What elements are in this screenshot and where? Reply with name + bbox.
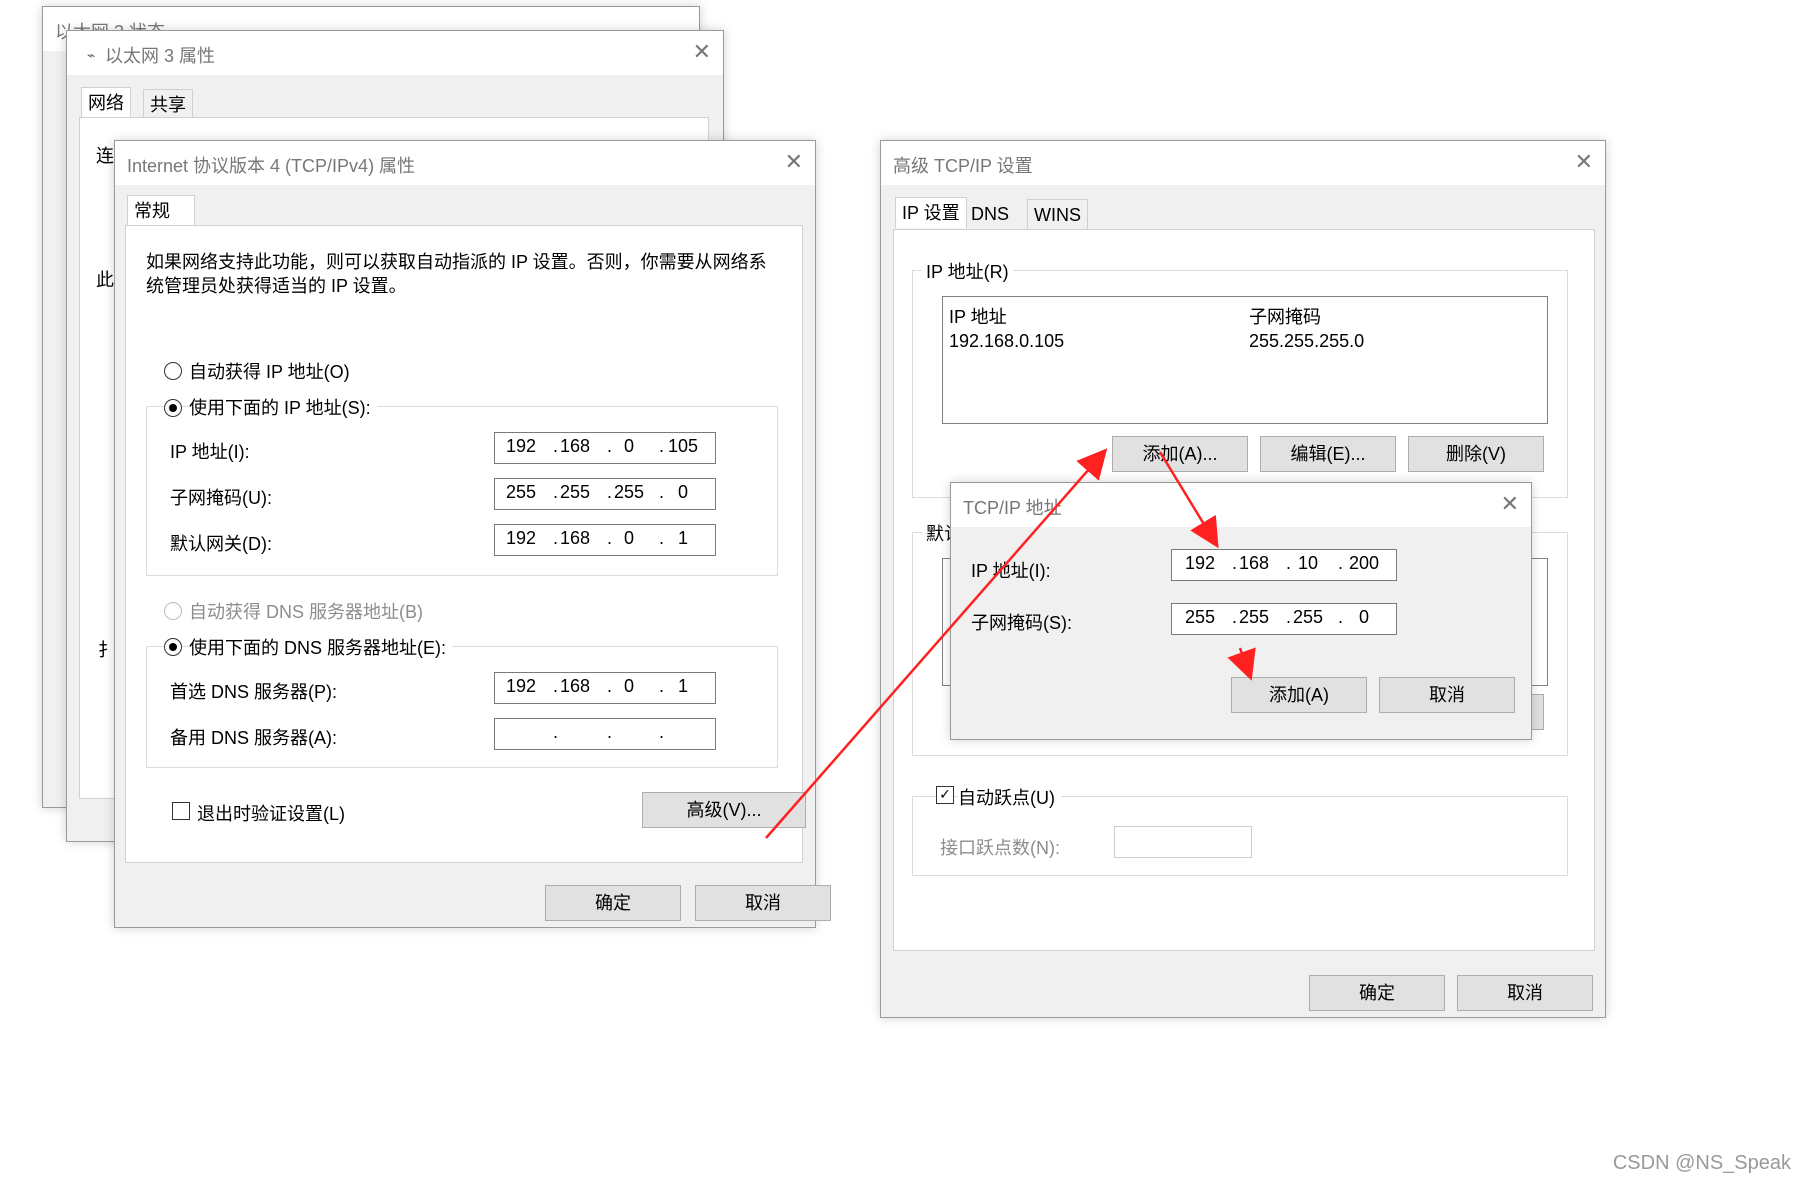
close-icon[interactable]: ✕ [693, 39, 711, 67]
ipv4-properties-window: Internet 协议版本 4 (TCP/IPv4) 属性 ✕ 常规 如果网络支… [114, 140, 831, 928]
network-cable-icon: ⌁ [87, 47, 96, 63]
auto-ip-label: 自动获得 IP 地址(O) [189, 362, 350, 382]
manual-ip-radio[interactable] [164, 399, 182, 417]
manual-ip-label: 使用下面的 IP 地址(S): [189, 394, 377, 420]
general-panel: 如果网络支持此功能，则可以获取自动指派的 IP 设置。否则，你需要从网络系 统管… [125, 225, 806, 863]
gateway-octet: 168 [559, 528, 591, 548]
description-line1: 如果网络支持此功能，则可以获取自动指派的 IP 设置。否则，你需要从网络系 [146, 252, 767, 272]
close-icon[interactable]: ✕ [1575, 149, 1593, 177]
watermark: CSDN @NS_Speak [1612, 1152, 1791, 1174]
add-ip-button[interactable]: 添加(A)... [1112, 436, 1248, 472]
delete-ip-button[interactable]: 删除(V) [1408, 436, 1544, 472]
ip-address-group-label: IP 地址(R) [922, 258, 1013, 284]
tab-network[interactable]: 网络 [81, 87, 131, 118]
description-line2: 统管理员处获得适当的 IP 设置。 [146, 276, 407, 296]
edit-ip-button[interactable]: 编辑(E)... [1260, 436, 1396, 472]
metric-input[interactable] [1114, 826, 1252, 858]
subnet-mask-label: 子网掩码(S): [971, 613, 1072, 633]
titlebar: 高级 TCP/IP 设置 ✕ [881, 141, 1605, 185]
tab-general[interactable]: 常规 [127, 195, 195, 226]
ip-address-input[interactable]: 192. 168. 10. 200 [1171, 549, 1397, 581]
ip-octet: 0 [623, 436, 634, 456]
titlebar: Internet 协议版本 4 (TCP/IPv4) 属性 ✕ [115, 141, 815, 185]
column-header-ip: IP 地址 [949, 307, 1007, 327]
auto-dns-label: 自动获得 DNS 服务器地址(B) [189, 602, 423, 622]
column-header-mask: 子网掩码 [1249, 307, 1321, 327]
auto-ip-radio[interactable] [164, 362, 182, 380]
ip-octet: 10 [1297, 553, 1319, 573]
mask-octet: 255 [559, 482, 591, 502]
auto-metric-checkbox[interactable]: ✓ [936, 786, 954, 804]
mask-octet: 0 [1358, 607, 1369, 627]
auto-dns-radio[interactable] [164, 602, 182, 620]
ip-address-list[interactable]: IP 地址 子网掩码 192.168.0.105 255.255.255.0 [942, 296, 1548, 424]
ip-address-input[interactable]: 192. 168. 0. 105 [494, 432, 716, 464]
gateway-input[interactable]: 192. 168. 0. 1 [494, 524, 716, 556]
ip-octet: 168 [559, 436, 591, 456]
titlebar: ⌁ 以太网 3 属性 ✕ [67, 31, 723, 75]
alternate-dns-input[interactable]: . . . [494, 718, 716, 750]
dns1-octet: 0 [623, 676, 634, 696]
dns1-octet: 192 [505, 676, 537, 696]
window-title: 高级 TCP/IP 设置 [893, 156, 1033, 176]
gateway-octet: 1 [677, 528, 688, 548]
subnet-mask-label: 子网掩码(U): [170, 488, 272, 508]
titlebar: TCP/IP 地址 ✕ [951, 483, 1531, 527]
auto-metric-label: 自动跃点(U) [958, 784, 1061, 810]
validate-checkbox[interactable] [172, 802, 190, 820]
manual-dns-radio[interactable] [164, 638, 182, 656]
gateway-label: 默认网关(D): [170, 534, 272, 554]
preferred-dns-label: 首选 DNS 服务器(P): [170, 682, 338, 702]
partial-label: 连 [96, 146, 114, 166]
cancel-button[interactable]: 取消 [1457, 975, 1593, 1011]
cancel-button[interactable]: 取消 [1379, 677, 1515, 713]
cancel-button[interactable]: 取消 [695, 885, 831, 921]
window-title: TCP/IP 地址 [963, 498, 1062, 518]
gateway-octet: 192 [505, 528, 537, 548]
tcpip-address-dialog: TCP/IP 地址 ✕ IP 地址(I): 192. 168. 10. 200 … [950, 482, 1532, 740]
ip-octet: 105 [667, 436, 699, 456]
ip-octet: 168 [1238, 553, 1270, 573]
window-title: Internet 协议版本 4 (TCP/IPv4) 属性 [127, 156, 416, 176]
preferred-dns-input[interactable]: 192. 168. 0. 1 [494, 672, 716, 704]
tab-dns[interactable]: DNS [965, 199, 1015, 229]
subnet-mask-input[interactable]: 255. 255. 255. 0 [1171, 603, 1397, 635]
tab-wins[interactable]: WINS [1027, 199, 1088, 230]
mask-octet: 255 [505, 482, 537, 502]
ip-octet: 200 [1348, 553, 1380, 573]
mask-octet: 255 [1184, 607, 1216, 627]
window-title: 以太网 3 属性 [105, 46, 216, 66]
manual-dns-label: 使用下面的 DNS 服务器地址(E): [189, 634, 452, 660]
ok-button[interactable]: 确定 [1309, 975, 1445, 1011]
mask-octet: 255 [1238, 607, 1270, 627]
ip-address-label: IP 地址(I): [971, 561, 1051, 581]
list-item-ip[interactable]: 192.168.0.105 [949, 331, 1064, 352]
ip-octet: 192 [505, 436, 537, 456]
mask-octet: 0 [677, 482, 688, 502]
mask-octet: 255 [1292, 607, 1324, 627]
close-icon[interactable]: ✕ [1501, 491, 1519, 519]
advanced-button[interactable]: 高级(V)... [642, 792, 806, 828]
mask-octet: 255 [613, 482, 645, 502]
gateway-octet: 0 [623, 528, 634, 548]
dns1-octet: 1 [677, 676, 688, 696]
add-button[interactable]: 添加(A) [1231, 677, 1367, 713]
validate-label: 退出时验证设置(L) [197, 804, 345, 824]
tab-ip-settings[interactable]: IP 设置 [895, 197, 967, 228]
ip-address-label: IP 地址(I): [170, 442, 250, 462]
list-item-mask[interactable]: 255.255.255.0 [1249, 331, 1364, 352]
close-icon[interactable]: ✕ [785, 149, 803, 177]
alternate-dns-label: 备用 DNS 服务器(A): [170, 728, 338, 748]
metric-label: 接口跃点数(N): [940, 838, 1060, 858]
subnet-mask-input[interactable]: 255. 255. 255. 0 [494, 478, 716, 510]
ip-octet: 192 [1184, 553, 1216, 573]
dns1-octet: 168 [559, 676, 591, 696]
partial-label: 此 [96, 270, 114, 290]
ok-button[interactable]: 确定 [545, 885, 681, 921]
